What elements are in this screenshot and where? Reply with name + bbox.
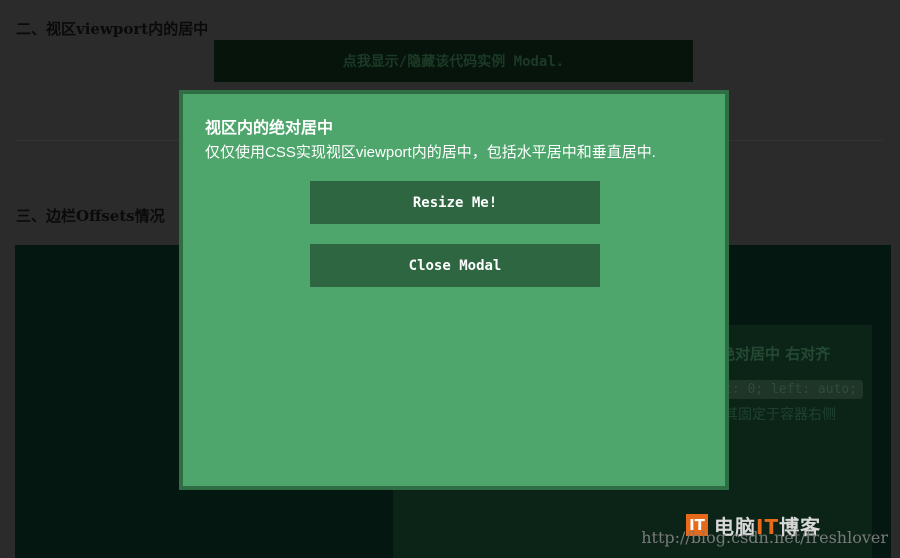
right-aligned-demo-title: 绝对居中 右对齐 <box>720 345 831 363</box>
modal-description: 仅仅使用CSS实现视区viewport内的居中，包括水平居中和垂直居中. <box>205 144 656 161</box>
modal-title: 视区内的绝对居中 <box>205 118 334 137</box>
section-heading-offsets: 三、边栏Offsets情况 <box>16 207 165 225</box>
right-aligned-demo-text: 其固定于容器右侧 <box>724 406 836 422</box>
right-aligned-demo-code: t: 0; left: auto; <box>718 380 864 399</box>
section-heading-viewport: 二、视区viewport内的居中 <box>16 20 209 38</box>
watermark-url: http://blog.csdn.net/freshlover <box>641 528 888 547</box>
toggle-modal-demo-button[interactable]: 点我显示/隐藏该代码实例 Modal. <box>214 40 693 82</box>
resize-button[interactable]: Resize Me! <box>310 181 600 224</box>
viewport-center-modal: 视区内的绝对居中 仅仅使用CSS实现视区viewport内的居中，包括水平居中和… <box>179 90 729 490</box>
close-modal-button[interactable]: Close Modal <box>310 244 600 287</box>
